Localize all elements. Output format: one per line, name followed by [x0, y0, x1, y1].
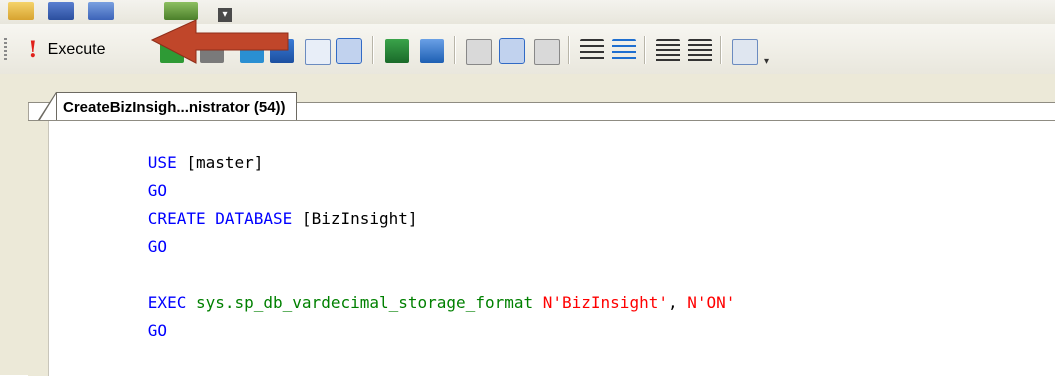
- query-editor[interactable]: USE [master] GO CREATE DATABASE [BizInsi…: [28, 120, 1055, 376]
- identifier: [master]: [176, 153, 264, 172]
- toolbar-separator: [720, 36, 721, 64]
- client-statistics-icon[interactable]: [499, 38, 525, 64]
- code-line: CREATE DATABASE [BizInsight]: [90, 177, 418, 228]
- code-line: EXEC sys.sp_db_vardecimal_storage_format…: [90, 261, 736, 312]
- execute-button[interactable]: ! Execute: [22, 36, 111, 64]
- code-line: GO: [90, 289, 167, 340]
- increase-indent-icon[interactable]: [688, 39, 712, 63]
- object-explorer-edge: [0, 74, 29, 375]
- toolbar-separator: [568, 36, 569, 64]
- execute-label: Execute: [47, 41, 106, 58]
- code-line: GO: [90, 205, 167, 256]
- results-to-grid-icon[interactable]: [336, 38, 362, 64]
- toolbar-overflow-icon[interactable]: ▾: [764, 56, 778, 68]
- keyword: CREATE DATABASE: [147, 209, 293, 228]
- separator: ,: [667, 293, 678, 312]
- string-literal: N'ON': [677, 293, 736, 312]
- open-file-icon[interactable]: [8, 2, 34, 20]
- uncomment-lines-icon[interactable]: [612, 39, 636, 63]
- toolbar-separator: [644, 36, 645, 64]
- code-line: GO: [90, 149, 167, 200]
- display-plan-icon[interactable]: [385, 39, 409, 63]
- exclamation-icon: !: [28, 37, 38, 63]
- tab-query-document[interactable]: CreateBizInsigh...nistrator (54)): [56, 92, 297, 121]
- decrease-indent-icon[interactable]: [656, 39, 680, 63]
- identifier: [BizInsight]: [292, 209, 418, 228]
- sql-code[interactable]: USE [master] GO CREATE DATABASE [BizInsi…: [90, 121, 736, 340]
- keyword: GO: [147, 237, 168, 256]
- editor-margin: [28, 121, 49, 376]
- system-procedure: sys.sp_db_vardecimal_storage_format: [186, 293, 534, 312]
- save-all-icon[interactable]: [88, 2, 114, 20]
- toolbar-separator: [454, 36, 455, 64]
- specify-template-values-icon[interactable]: [732, 39, 758, 65]
- include-plan-icon[interactable]: [466, 39, 492, 65]
- string-literal: N'BizInsight': [533, 293, 668, 312]
- comment-lines-icon[interactable]: [580, 39, 604, 63]
- code-line: USE [master]: [90, 121, 264, 172]
- toolbar-separator: [372, 36, 373, 64]
- query-options-icon[interactable]: [420, 39, 444, 63]
- save-icon[interactable]: [48, 2, 74, 20]
- keyword: GO: [147, 321, 168, 340]
- tab-slant-inner: [40, 94, 56, 120]
- live-stats-icon[interactable]: [534, 39, 560, 65]
- tab-title: CreateBizInsigh...nistrator (54)): [63, 98, 286, 116]
- results-to-text-icon[interactable]: [305, 39, 331, 65]
- toolbar-grip[interactable]: [4, 38, 7, 60]
